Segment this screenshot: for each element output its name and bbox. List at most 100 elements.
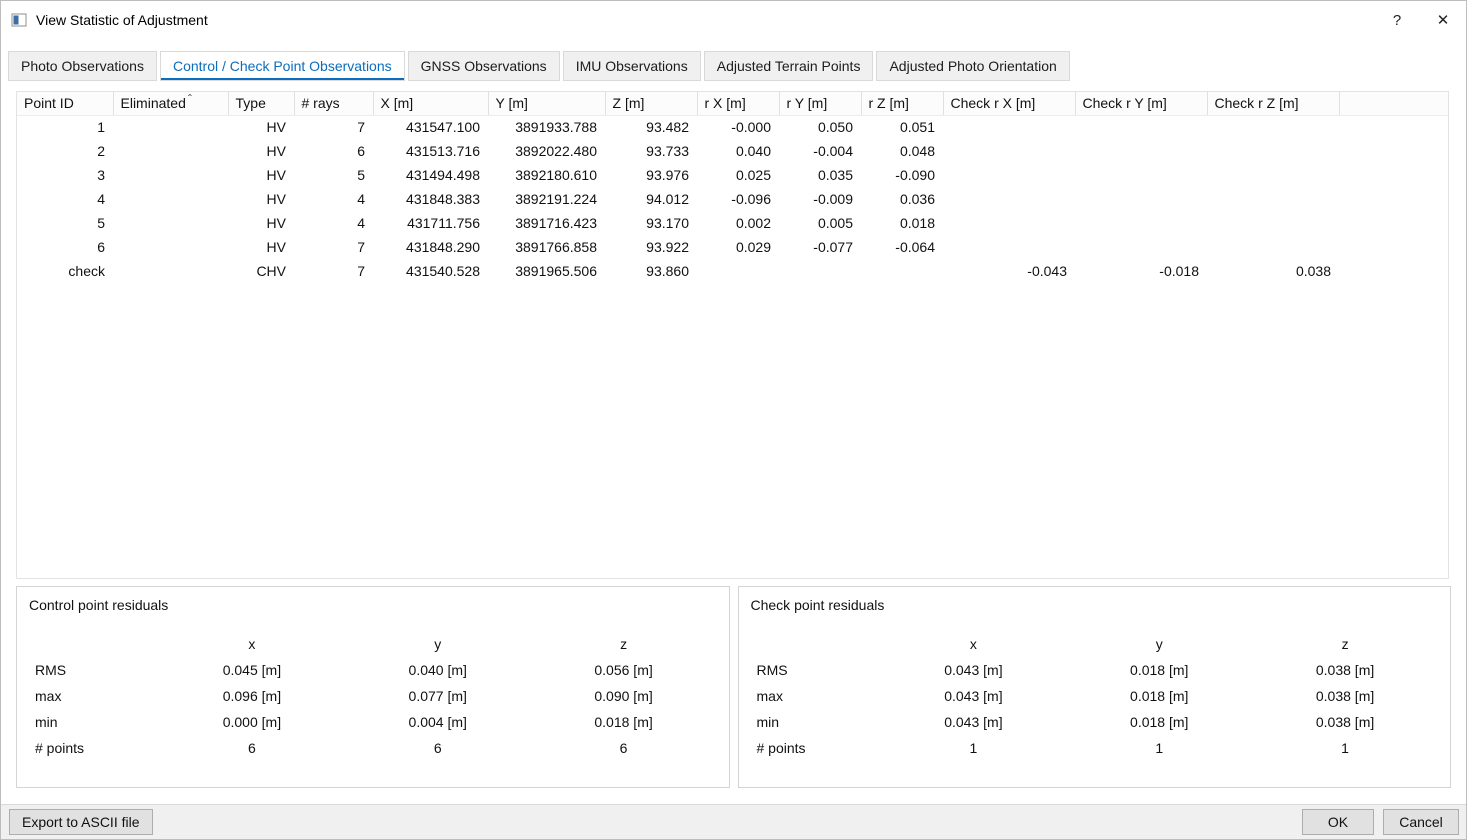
residual-col-header-y: y — [345, 636, 531, 652]
column-header-r-y-m[interactable]: r Y [m] — [779, 92, 861, 115]
cell-rays: 7 — [294, 115, 373, 139]
residual-row-label: max — [29, 688, 159, 704]
cell-type: HV — [228, 187, 294, 211]
cell-point-id: 1 — [17, 115, 113, 139]
column-header-filler — [1339, 92, 1448, 115]
cell-x-m: 431513.716 — [373, 139, 488, 163]
cell-z-m: 93.976 — [605, 163, 697, 187]
window-icon — [11, 12, 27, 28]
cell-check-r-x-m — [943, 115, 1075, 139]
cell-z-m: 93.860 — [605, 259, 697, 283]
cell-z-m: 93.482 — [605, 115, 697, 139]
cell-y-m: 3891766.858 — [488, 235, 605, 259]
tab-imu-observations[interactable]: IMU Observations — [563, 51, 701, 81]
column-header-x-m[interactable]: X [m] — [373, 92, 488, 115]
cell-y-m: 3892191.224 — [488, 187, 605, 211]
cell-y-m: 3891965.506 — [488, 259, 605, 283]
cell-check-r-x-m — [943, 235, 1075, 259]
residual-value: 6 — [345, 740, 531, 756]
cell-filler — [1339, 211, 1448, 235]
tab-adjusted-terrain-points[interactable]: Adjusted Terrain Points — [704, 51, 874, 81]
residual-col-header-x: x — [881, 636, 1067, 652]
residual-value: 0.004 [m] — [345, 714, 531, 730]
column-header-check-r-y-m[interactable]: Check r Y [m] — [1075, 92, 1207, 115]
cell-r-x-m: -0.000 — [697, 115, 779, 139]
cell-x-m: 431711.756 — [373, 211, 488, 235]
table-row[interactable]: 3HV5431494.4983892180.61093.9760.0250.03… — [17, 163, 1448, 187]
cell-check-r-z-m — [1207, 139, 1339, 163]
tab-gnss-observations[interactable]: GNSS Observations — [408, 51, 560, 81]
residual-value: 6 — [159, 740, 345, 756]
tab-bar: Photo ObservationsControl / Check Point … — [1, 39, 1466, 81]
tab-control-check-point-observations[interactable]: Control / Check Point Observations — [160, 51, 405, 81]
cell-check-r-y-m — [1075, 139, 1207, 163]
residual-row-label: # points — [29, 740, 159, 756]
residual-row-points: # points666 — [29, 735, 717, 761]
residual-value: 1 — [1252, 740, 1438, 756]
residual-value: 6 — [531, 740, 717, 756]
residual-row-points: # points111 — [751, 735, 1439, 761]
column-header-y-m[interactable]: Y [m] — [488, 92, 605, 115]
cell-r-z-m: 0.036 — [861, 187, 943, 211]
table-row[interactable]: 5HV4431711.7563891716.42393.1700.0020.00… — [17, 211, 1448, 235]
close-button[interactable]: ✕ — [1420, 1, 1466, 39]
cell-r-z-m: -0.090 — [861, 163, 943, 187]
cell-r-x-m — [697, 259, 779, 283]
residual-value: 0.040 [m] — [345, 662, 531, 678]
cell-z-m: 93.733 — [605, 139, 697, 163]
title-bar[interactable]: View Statistic of Adjustment ? ✕ — [1, 1, 1466, 39]
cell-r-z-m: 0.051 — [861, 115, 943, 139]
cell-check-r-y-m — [1075, 211, 1207, 235]
residual-row-min: min0.043 [m]0.018 [m]0.038 [m] — [751, 709, 1439, 735]
control-residuals-grid: xyzRMS0.045 [m]0.040 [m]0.056 [m]max0.09… — [29, 631, 717, 761]
residual-value: 0.043 [m] — [881, 688, 1067, 704]
residual-value: 0.000 [m] — [159, 714, 345, 730]
table-row[interactable]: 4HV4431848.3833892191.22494.012-0.096-0.… — [17, 187, 1448, 211]
table-row[interactable]: 6HV7431848.2903891766.85893.9220.029-0.0… — [17, 235, 1448, 259]
export-to-ascii-button[interactable]: Export to ASCII file — [9, 809, 153, 835]
cell-check-r-z-m — [1207, 235, 1339, 259]
cell-rays: 4 — [294, 211, 373, 235]
cell-point-id: 3 — [17, 163, 113, 187]
table-row[interactable]: checkCHV7431540.5283891965.50693.860-0.0… — [17, 259, 1448, 283]
help-button[interactable]: ? — [1374, 1, 1420, 39]
column-header-eliminated[interactable]: Eliminatedˆ — [113, 92, 228, 115]
residual-value: 0.018 [m] — [531, 714, 717, 730]
residual-value: 0.096 [m] — [159, 688, 345, 704]
column-header-z-m[interactable]: Z [m] — [605, 92, 697, 115]
cell-r-x-m: -0.096 — [697, 187, 779, 211]
cell-point-id: check — [17, 259, 113, 283]
tab-adjusted-photo-orientation[interactable]: Adjusted Photo Orientation — [876, 51, 1069, 81]
table-row[interactable]: 1HV7431547.1003891933.78893.482-0.0000.0… — [17, 115, 1448, 139]
column-header-r-z-m[interactable]: r Z [m] — [861, 92, 943, 115]
tab-photo-observations[interactable]: Photo Observations — [8, 51, 157, 81]
column-header-check-r-z-m[interactable]: Check r Z [m] — [1207, 92, 1339, 115]
cell-check-r-z-m — [1207, 163, 1339, 187]
sort-indicator-icon: ˆ — [188, 92, 192, 106]
cell-y-m: 3892022.480 — [488, 139, 605, 163]
ok-button[interactable]: OK — [1302, 809, 1374, 835]
column-header-type[interactable]: Type — [228, 92, 294, 115]
cell-check-r-y-m: -0.018 — [1075, 259, 1207, 283]
cancel-button[interactable]: Cancel — [1383, 809, 1459, 835]
residual-value: 0.090 [m] — [531, 688, 717, 704]
cell-r-z-m: 0.048 — [861, 139, 943, 163]
residual-value: 0.038 [m] — [1252, 688, 1438, 704]
residual-value: 0.018 [m] — [1066, 714, 1252, 730]
residual-row-label: min — [29, 714, 159, 730]
residual-row-label: RMS — [751, 662, 881, 678]
cell-r-y-m: -0.077 — [779, 235, 861, 259]
column-header-check-r-x-m[interactable]: Check r X [m] — [943, 92, 1075, 115]
cell-eliminated — [113, 259, 228, 283]
cell-r-y-m: -0.009 — [779, 187, 861, 211]
table-row[interactable]: 2HV6431513.7163892022.48093.7330.040-0.0… — [17, 139, 1448, 163]
column-header-rays[interactable]: # rays — [294, 92, 373, 115]
column-header-point-id[interactable]: Point ID — [17, 92, 113, 115]
titlebar-buttons: ? ✕ — [1374, 1, 1466, 39]
cell-x-m: 431540.528 — [373, 259, 488, 283]
control-point-residuals-group: Control point residuals xyzRMS0.045 [m]0… — [16, 586, 730, 788]
cell-type: HV — [228, 163, 294, 187]
column-header-r-x-m[interactable]: r X [m] — [697, 92, 779, 115]
residual-row-min: min0.000 [m]0.004 [m]0.018 [m] — [29, 709, 717, 735]
cell-check-r-y-m — [1075, 115, 1207, 139]
